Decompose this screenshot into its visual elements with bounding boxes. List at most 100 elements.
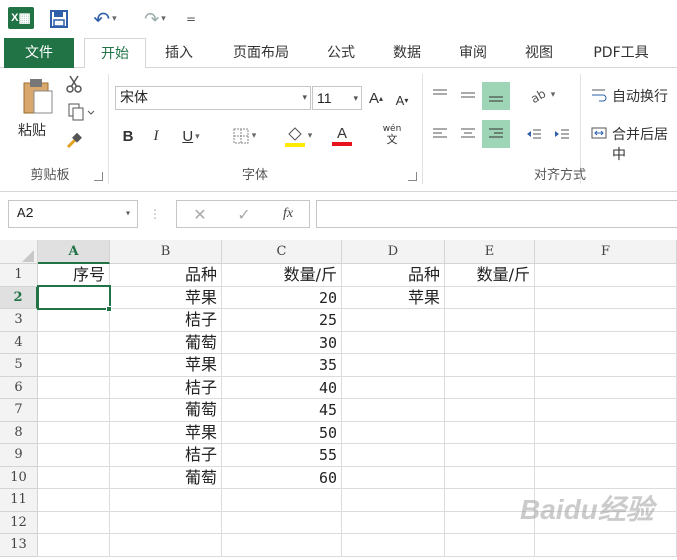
cell-e9[interactable] [445, 444, 535, 467]
format-painter-icon[interactable] [62, 130, 86, 152]
customize-qat-icon[interactable]: = [184, 7, 198, 31]
cell-b12[interactable] [110, 511, 222, 534]
cell-c12[interactable] [222, 511, 342, 534]
undo-icon[interactable]: ↶ ▾ [86, 7, 124, 31]
row-header-12[interactable]: 12 [0, 511, 38, 534]
cell-c9[interactable]: 55 [222, 444, 342, 467]
cell-b5[interactable]: 苹果 [110, 354, 222, 377]
cut-icon[interactable] [62, 74, 86, 94]
cell-a5[interactable] [38, 354, 110, 377]
column-header-a[interactable]: A [38, 240, 110, 264]
cell-e3[interactable] [445, 309, 535, 332]
fill-handle[interactable] [106, 306, 112, 312]
cell-f10[interactable] [535, 466, 677, 489]
cell-c6[interactable]: 40 [222, 376, 342, 399]
cell-c1[interactable]: 数量/斤 [222, 264, 342, 287]
align-center-icon[interactable] [456, 120, 480, 148]
cell-a11[interactable] [38, 489, 110, 512]
cell-e8[interactable] [445, 421, 535, 444]
cell-d6[interactable] [342, 376, 445, 399]
wrap-text-icon[interactable] [590, 84, 608, 106]
tab-pdf-tools[interactable]: PDF工具 [578, 38, 664, 68]
fill-color-icon[interactable]: ▾ [278, 122, 318, 150]
cell-d5[interactable] [342, 354, 445, 377]
align-top-icon[interactable] [428, 82, 452, 108]
cell-f4[interactable] [535, 331, 677, 354]
cell-d11[interactable] [342, 489, 445, 512]
cell-f7[interactable] [535, 399, 677, 422]
column-header-c[interactable]: C [222, 240, 342, 264]
font-launcher-icon[interactable] [408, 172, 417, 181]
cell-c4[interactable]: 30 [222, 331, 342, 354]
cell-c2[interactable]: 20 [222, 286, 342, 309]
row-header-3[interactable]: 3 [0, 309, 38, 332]
cell-e6[interactable] [445, 376, 535, 399]
cell-a10[interactable] [38, 466, 110, 489]
cell-d13[interactable] [342, 534, 445, 557]
underline-button[interactable]: U ▾ [172, 124, 210, 148]
cell-d9[interactable] [342, 444, 445, 467]
column-header-b[interactable]: B [110, 240, 222, 264]
enter-icon[interactable]: ✓ [231, 203, 257, 225]
align-bottom-icon[interactable] [482, 82, 510, 110]
cell-b3[interactable]: 桔子 [110, 309, 222, 332]
row-header-5[interactable]: 5 [0, 354, 38, 377]
formula-bar-grip-icon[interactable]: ⋮ [149, 202, 161, 226]
decrease-indent-icon[interactable] [522, 120, 546, 148]
increase-indent-icon[interactable] [550, 120, 574, 148]
cell-b11[interactable] [110, 489, 222, 512]
shrink-font-button[interactable]: A ▾ [392, 90, 412, 110]
cell-f9[interactable] [535, 444, 677, 467]
cell-f5[interactable] [535, 354, 677, 377]
paste-button-label[interactable]: 粘贴 [18, 120, 46, 140]
cell-e10[interactable] [445, 466, 535, 489]
cell-b1[interactable]: 品种 [110, 264, 222, 287]
cell-b10[interactable]: 葡萄 [110, 466, 222, 489]
row-header-4[interactable]: 4 [0, 331, 38, 354]
cancel-icon[interactable]: ✕ [187, 203, 213, 225]
row-header-6[interactable]: 6 [0, 376, 38, 399]
align-right-icon[interactable] [482, 120, 510, 148]
tab-data[interactable]: 数据 [378, 38, 436, 68]
tab-file[interactable]: 文件 [4, 38, 74, 68]
cell-a8[interactable] [38, 421, 110, 444]
paste-icon[interactable] [18, 76, 58, 118]
tab-review[interactable]: 审阅 [444, 38, 502, 68]
cell-f2[interactable] [535, 286, 677, 309]
orientation-icon[interactable]: ab ▾ [522, 82, 562, 108]
font-name-select[interactable]: 宋体 ▾ [115, 86, 311, 110]
align-middle-icon[interactable] [456, 82, 480, 108]
cell-c7[interactable]: 45 [222, 399, 342, 422]
row-header-10[interactable]: 10 [0, 466, 38, 489]
tab-view[interactable]: 视图 [510, 38, 568, 68]
cell-d1[interactable]: 品种 [342, 264, 445, 287]
cell-b6[interactable]: 桔子 [110, 376, 222, 399]
cell-c11[interactable] [222, 489, 342, 512]
cell-a9[interactable] [38, 444, 110, 467]
column-header-d[interactable]: D [342, 240, 445, 264]
row-header-13[interactable]: 13 [0, 534, 38, 557]
cell-c13[interactable] [222, 534, 342, 557]
cell-a6[interactable] [38, 376, 110, 399]
clipboard-launcher-icon[interactable] [94, 172, 103, 181]
cell-c10[interactable]: 60 [222, 466, 342, 489]
cell-d8[interactable] [342, 421, 445, 444]
italic-button[interactable]: I [146, 124, 166, 148]
cell-f1[interactable] [535, 264, 677, 287]
copy-icon[interactable] [62, 102, 100, 122]
tab-home[interactable]: 开始 [84, 38, 146, 69]
cell-c3[interactable]: 25 [222, 309, 342, 332]
borders-icon[interactable]: ▾ [224, 124, 264, 148]
cell-f3[interactable] [535, 309, 677, 332]
save-icon[interactable] [48, 7, 70, 31]
select-all-corner[interactable] [0, 240, 38, 264]
tab-insert[interactable]: 插入 [150, 38, 208, 68]
cell-d10[interactable] [342, 466, 445, 489]
cell-f8[interactable] [535, 421, 677, 444]
cell-e4[interactable] [445, 331, 535, 354]
bold-button[interactable]: B [118, 124, 138, 148]
cell-a13[interactable] [38, 534, 110, 557]
cell-b8[interactable]: 苹果 [110, 421, 222, 444]
cell-b2[interactable]: 苹果 [110, 286, 222, 309]
font-color-icon[interactable]: A [322, 122, 362, 150]
